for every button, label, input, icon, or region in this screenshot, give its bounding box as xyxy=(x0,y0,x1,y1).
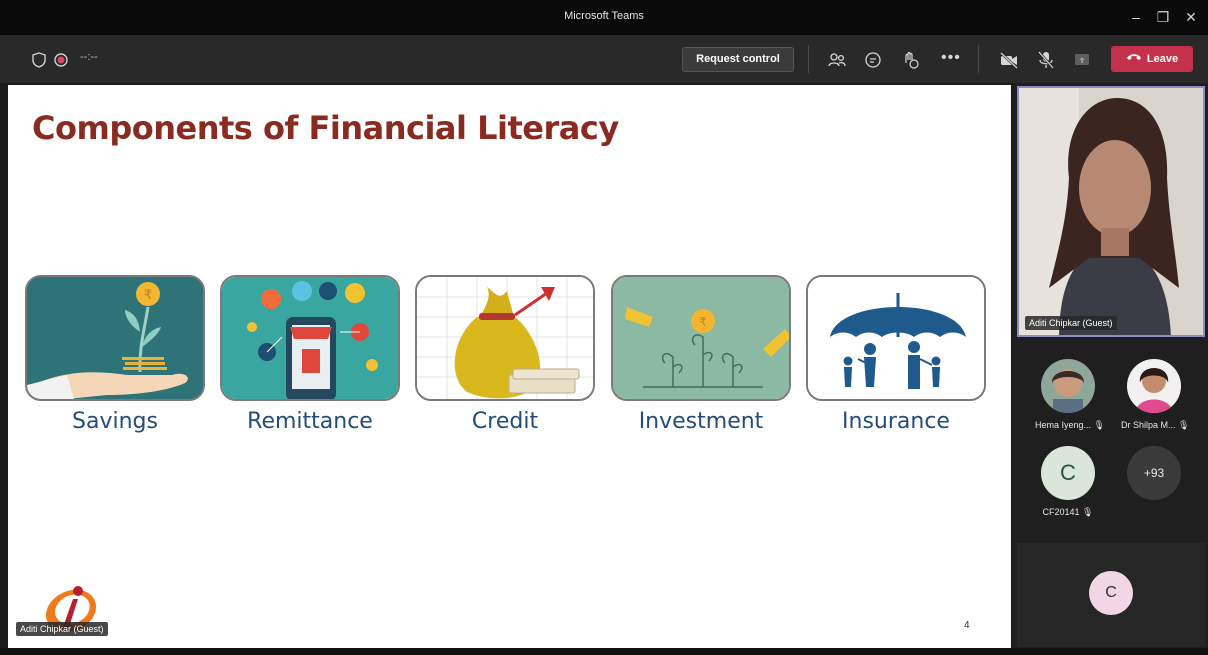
participant-name: Dr Shilpa M... xyxy=(1121,420,1176,430)
participant-tile[interactable]: C xyxy=(1017,543,1205,647)
speaker-name-tag: Aditi Chipkar (Guest) xyxy=(1025,316,1117,330)
active-speaker-video[interactable]: Aditi Chipkar (Guest) xyxy=(1017,86,1205,337)
remittance-illustration xyxy=(222,277,398,399)
share-screen-icon[interactable] xyxy=(1071,49,1093,71)
close-icon[interactable]: ✕ xyxy=(1180,6,1202,28)
shared-slide: Components of Financial Literacy ₹ Savin… xyxy=(8,85,1011,648)
investment-label: Investment xyxy=(638,409,764,434)
participants-icon[interactable] xyxy=(826,49,848,71)
recording-icon xyxy=(54,53,68,67)
participant-name: CF20141 xyxy=(1042,507,1080,517)
more-options-icon[interactable]: ••• xyxy=(941,49,961,67)
chat-icon[interactable] xyxy=(862,49,884,71)
minimize-icon[interactable]: – xyxy=(1125,6,1147,28)
participant-tile[interactable]: Hema Iyeng... 🎙︎ xyxy=(1035,359,1105,431)
credit-illustration xyxy=(417,277,593,399)
leave-button[interactable]: Leave xyxy=(1111,46,1193,72)
credit-card xyxy=(415,275,595,401)
insurance-card xyxy=(806,275,986,401)
meeting-timer: --:-- xyxy=(80,51,98,63)
title-bar: Microsoft Teams – ❐ ✕ xyxy=(0,0,1208,35)
toolbar-divider xyxy=(808,45,809,73)
speaker-video-frame xyxy=(1019,88,1203,335)
investment-illustration: ₹ xyxy=(613,277,789,399)
more-participants-tile[interactable]: +93 xyxy=(1121,446,1187,500)
participant-name: Hema Iyeng... xyxy=(1035,420,1092,430)
camera-off-icon[interactable] xyxy=(998,49,1020,71)
savings-label: Savings xyxy=(72,409,158,434)
window-title: Microsoft Teams xyxy=(564,10,644,22)
svg-text:₹: ₹ xyxy=(699,315,707,329)
phone-icon xyxy=(1126,46,1142,72)
remittance-card xyxy=(220,275,400,401)
reactions-icon[interactable] xyxy=(899,49,921,71)
request-control-button[interactable]: Request control xyxy=(682,47,794,72)
slide-title: Components of Financial Literacy xyxy=(32,109,619,147)
mic-off-icon: 🎙︎ xyxy=(1093,420,1105,430)
maximize-icon[interactable]: ❐ xyxy=(1152,6,1174,28)
investment-card: ₹ xyxy=(611,275,791,401)
avatar xyxy=(1127,359,1181,413)
bottom-strip xyxy=(0,648,1208,655)
savings-card: ₹ xyxy=(25,275,205,401)
avatar: C xyxy=(1089,571,1133,615)
remittance-label: Remittance xyxy=(247,409,373,434)
mic-off-icon: 🎙︎ xyxy=(1082,507,1094,517)
insurance-label: Insurance xyxy=(842,409,950,434)
mic-off-icon[interactable] xyxy=(1035,49,1057,71)
avatar: C xyxy=(1041,446,1095,500)
slide-page-number: 4 xyxy=(964,620,970,631)
participant-tile[interactable]: Dr Shilpa M... 🎙︎ xyxy=(1121,359,1190,431)
credit-label: Credit xyxy=(471,409,539,434)
insurance-illustration xyxy=(808,277,984,399)
more-participants-count: +93 xyxy=(1127,446,1181,500)
leave-label: Leave xyxy=(1146,53,1179,66)
avatar xyxy=(1041,359,1095,413)
meeting-toolbar: --:-- Request control ••• Leave xyxy=(0,35,1208,83)
presenter-name-tag: Aditi Chipkar (Guest) xyxy=(16,622,108,636)
participant-tile[interactable]: C CF20141 🎙︎ xyxy=(1035,446,1101,518)
svg-text:₹: ₹ xyxy=(144,288,152,303)
toolbar-divider xyxy=(978,45,979,73)
shield-icon[interactable] xyxy=(28,49,50,71)
savings-illustration: ₹ xyxy=(27,277,203,399)
mic-off-icon: 🎙︎ xyxy=(1178,420,1190,430)
